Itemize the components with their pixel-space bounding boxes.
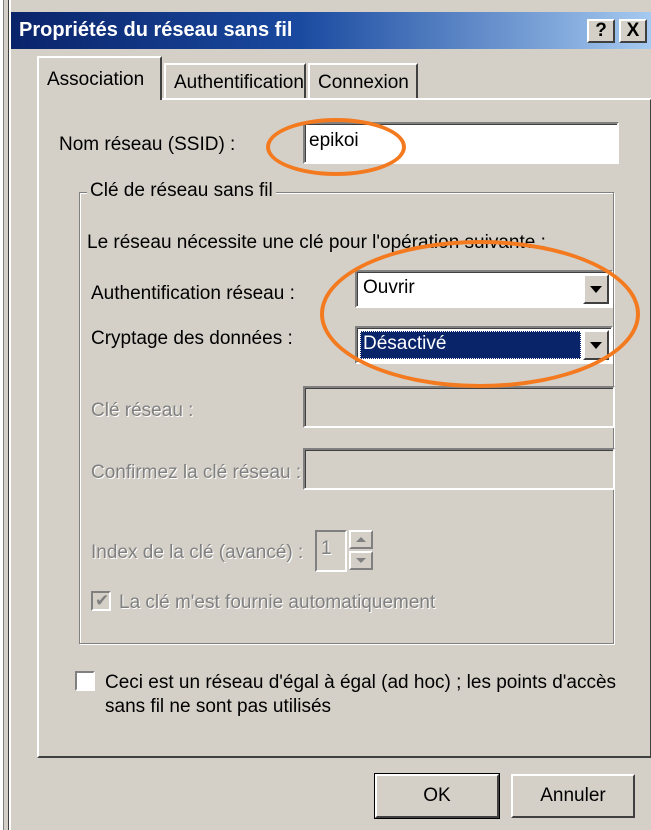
chevron-down-icon[interactable]: [583, 274, 609, 304]
chevron-down-icon[interactable]: [583, 330, 609, 360]
check-icon: ✔: [95, 591, 110, 610]
key-index-label: Index de la clé (avancé) :: [91, 542, 304, 563]
wireless-key-group-label: Clé de réseau sans fil: [87, 180, 276, 202]
key-index-decrement[interactable]: [349, 551, 373, 570]
wireless-properties-dialog: Propriétés du réseau sans fil ? X Associ…: [10, 0, 651, 830]
title-bar[interactable]: Propriétés du réseau sans fil ? X: [11, 12, 651, 49]
cancel-button[interactable]: Annuler: [511, 774, 635, 818]
key-index-input[interactable]: 1: [315, 530, 347, 572]
network-auth-label: Authentification réseau :: [91, 283, 295, 304]
network-auth-select[interactable]: Ouvrir: [355, 270, 613, 308]
confirm-key-input[interactable]: [303, 448, 615, 490]
ssid-label: Nom réseau (SSID) :: [59, 134, 236, 155]
tab-association[interactable]: Association: [37, 56, 162, 100]
close-button[interactable]: X: [619, 19, 647, 43]
key-required-intro: Le réseau nécessite une clé pour l'opéra…: [87, 232, 546, 253]
screenshot: Propriétés du réseau sans fil ? X Associ…: [0, 0, 651, 830]
network-auth-value: Ouvrir: [363, 277, 415, 298]
ok-button[interactable]: OK: [374, 773, 500, 819]
association-tab-panel: Nom réseau (SSID) : epikoi Clé de réseau…: [37, 98, 651, 758]
auto-key-label: La clé m'est fournie automatiquement: [119, 592, 436, 613]
adhoc-checkbox[interactable]: [75, 671, 95, 691]
background-window-border: [3, 0, 9, 830]
auto-key-checkbox[interactable]: ✔: [91, 591, 111, 611]
ssid-input[interactable]: epikoi: [303, 122, 619, 164]
data-encryption-label: Cryptage des données :: [91, 328, 293, 349]
data-encryption-value: Désactivé: [360, 331, 581, 359]
tab-connexion[interactable]: Connexion: [308, 63, 418, 99]
adhoc-label-line1: Ceci est un réseau d'égal à égal (ad hoc…: [105, 672, 617, 693]
key-index-increment[interactable]: [349, 530, 373, 549]
tab-authentification[interactable]: Authentification: [164, 63, 306, 99]
confirm-key-label: Confirmez la clé réseau :: [91, 462, 302, 483]
adhoc-label-line2: sans fil ne sont pas utilisés: [105, 696, 332, 717]
data-encryption-select[interactable]: Désactivé: [355, 326, 613, 364]
window-title: Propriétés du réseau sans fil: [19, 19, 293, 41]
help-button[interactable]: ?: [587, 19, 615, 43]
network-key-input[interactable]: [303, 386, 615, 428]
network-key-label: Clé réseau :: [91, 400, 194, 421]
background-window-edge: [0, 0, 10, 830]
